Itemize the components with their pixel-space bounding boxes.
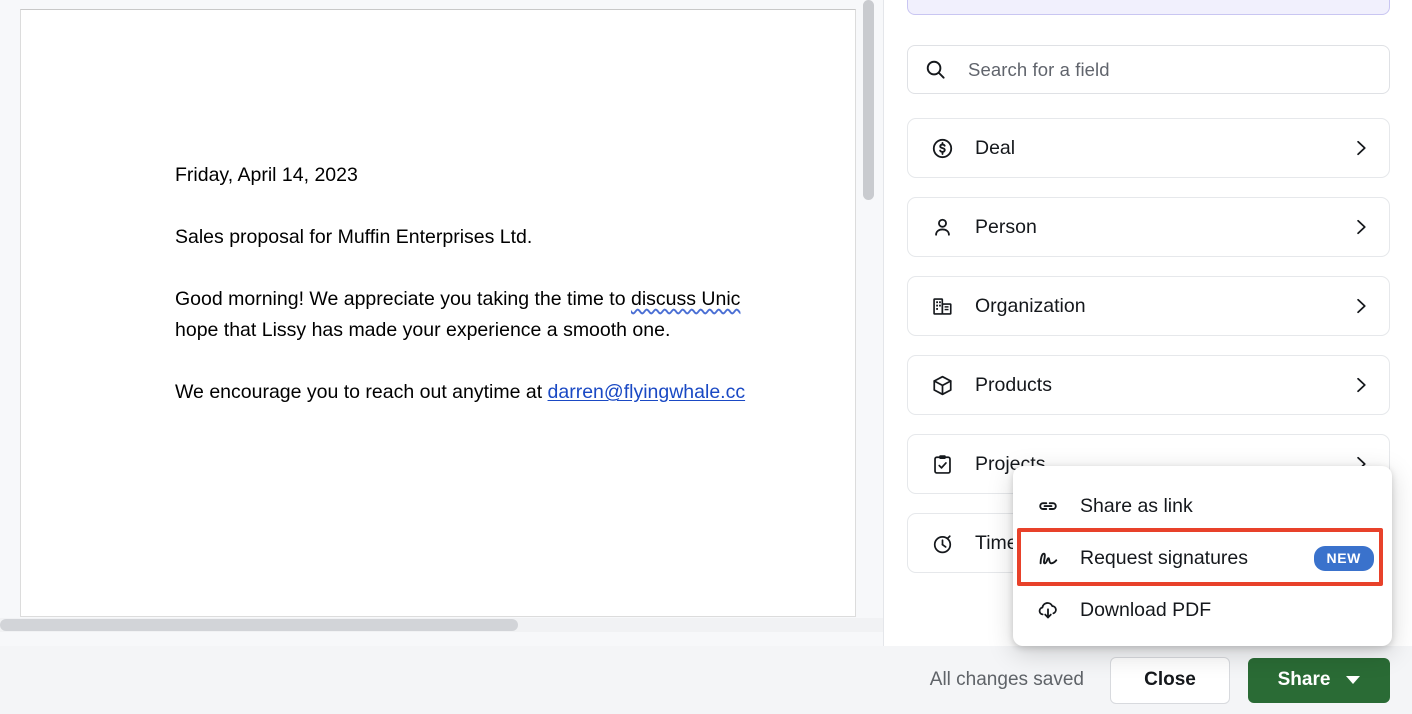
document-subject-line: Sales proposal for Muffin Enterprises Lt… [175,222,856,253]
field-label: Deal [975,137,1351,160]
contact-text-prefix: We encourage you to reach out anytime at [175,381,548,403]
menu-item-request-signatures[interactable]: Request signatures NEW [1013,532,1392,584]
field-row-products[interactable]: Products [907,355,1390,415]
document-body[interactable]: Friday, April 14, 2023 Sales proposal fo… [175,160,856,439]
new-badge: NEW [1314,546,1374,571]
document-paragraph-contact: We encourage you to reach out anytime at… [175,377,856,408]
cloud-download-icon [1036,598,1060,622]
greeting-text-start: Good morning! We appreciate you taking t… [175,288,631,310]
field-label: Products [975,374,1351,397]
link-icon [1036,494,1060,518]
share-button-label: Share [1278,669,1331,691]
field-row-organization[interactable]: Organization [907,276,1390,336]
clipboard-check-icon [930,452,954,476]
chevron-down-icon[interactable] [1346,676,1360,684]
document-share-screen: Friday, April 14, 2023 Sales proposal fo… [0,0,1412,714]
info-panel [907,0,1390,15]
close-button[interactable]: Close [1110,657,1230,704]
search-input[interactable]: Search for a field [968,59,1110,81]
document-editor-pane: Friday, April 14, 2023 Sales proposal fo… [0,0,884,646]
footer-action-bar: All changes saved Close Share [0,646,1412,714]
document-vertical-scrollbar-thumb[interactable] [863,0,874,200]
search-field-container[interactable]: Search for a field [907,45,1390,94]
field-row-deal[interactable]: Deal [907,118,1390,178]
menu-item-download-pdf[interactable]: Download PDF [1013,584,1392,636]
field-row-person[interactable]: Person [907,197,1390,257]
document-horizontal-scrollbar-thumb[interactable] [0,619,518,631]
greeting-text-end: hope that Lissy has made your experience… [175,319,670,341]
chevron-right-icon[interactable] [1351,138,1371,158]
document-page[interactable]: Friday, April 14, 2023 Sales proposal fo… [20,9,856,617]
person-icon [930,215,954,239]
document-date-line: Friday, April 14, 2023 [175,160,856,191]
chevron-right-icon[interactable] [1351,375,1371,395]
menu-item-label: Share as link [1080,495,1193,518]
search-icon [924,58,947,81]
contact-email-link[interactable]: darren@flyingwhale.cc [548,381,746,403]
stopwatch-icon [930,531,954,555]
package-icon [930,373,954,397]
menu-item-label: Request signatures [1080,547,1248,570]
organization-icon [930,294,954,318]
chevron-right-icon[interactable] [1351,296,1371,316]
chevron-right-icon[interactable] [1351,217,1371,237]
share-button[interactable]: Share [1248,658,1390,703]
dollar-circle-icon [930,136,954,160]
signature-icon [1036,546,1060,570]
save-status-text: All changes saved [930,669,1084,691]
menu-item-share-as-link[interactable]: Share as link [1013,480,1392,532]
field-label: Person [975,216,1351,239]
document-paragraph-greeting: Good morning! We appreciate you taking t… [175,284,856,346]
share-dropdown-menu: Share as link Request signatures NEW Dow… [1013,466,1392,646]
spellcheck-word: discuss Unic [631,288,740,310]
field-label: Organization [975,295,1351,318]
menu-item-label: Download PDF [1080,599,1211,622]
